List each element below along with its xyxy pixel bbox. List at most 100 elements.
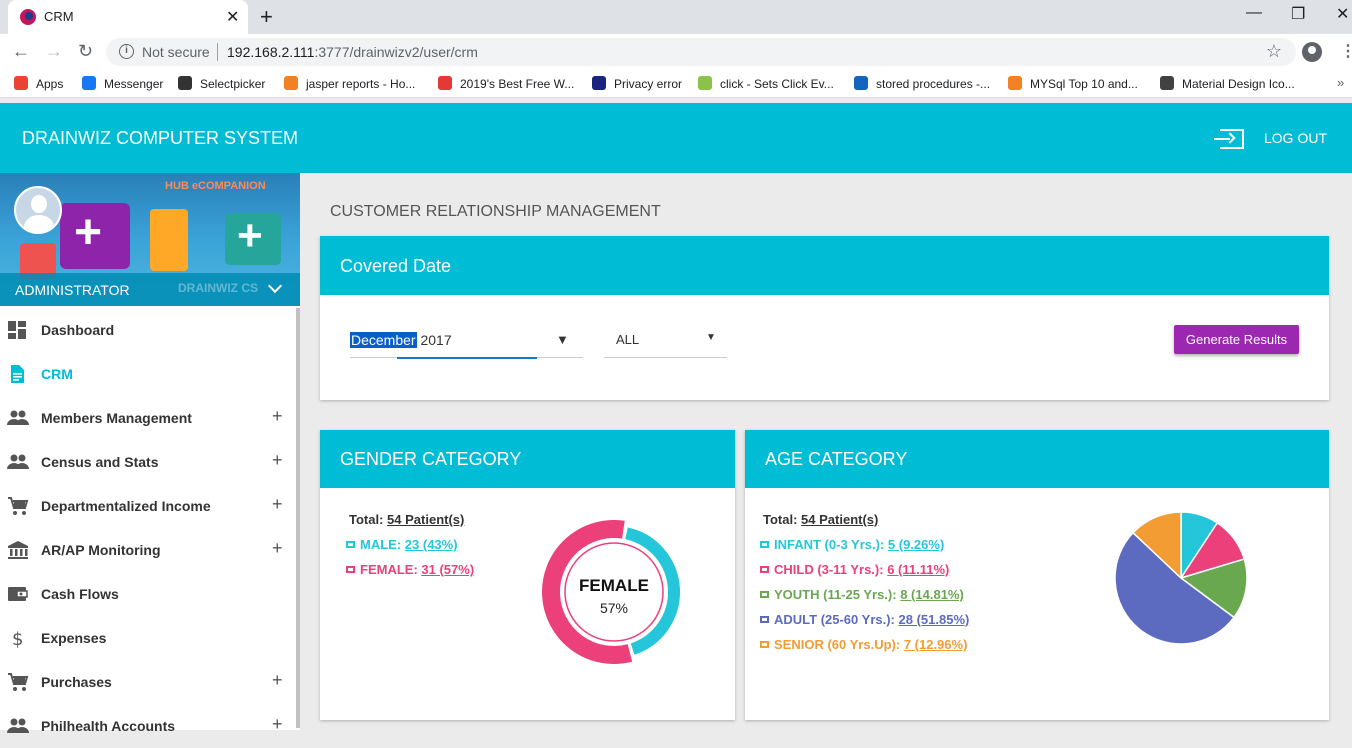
sidebar-item-dashboard[interactable]: Dashboard — [0, 308, 296, 352]
reload-icon[interactable]: ↻ — [78, 41, 93, 62]
dropdown-arrow-icon[interactable]: ▼ — [556, 332, 569, 347]
expand-plus-icon[interactable]: + — [272, 670, 283, 691]
legend-value-link[interactable]: 8 (14.81%) — [900, 587, 964, 602]
document-icon — [7, 364, 27, 384]
age-category-card: AGE CATEGORY Total: 54 Patient(s) INFANT… — [745, 430, 1329, 720]
user-role: ADMINISTRATOR — [15, 282, 130, 298]
sidebar-scrollbar[interactable] — [296, 308, 300, 728]
logout-button[interactable]: LOG OUT — [1264, 130, 1327, 146]
browser-menu-icon[interactable]: ⋮ — [1340, 41, 1352, 61]
watermark: DRAINWIZ CS — [178, 281, 258, 295]
url-text: 192.168.2.111:3777/drainwizv2/user/crm — [227, 44, 478, 60]
back-icon[interactable]: ← — [12, 41, 30, 62]
total-value[interactable]: 54 Patient(s) — [801, 512, 878, 527]
dollar-icon: $ — [7, 628, 27, 650]
legend-label: CHILD (3-11 Yrs.): — [774, 562, 884, 577]
bookmark-item[interactable]: Material Design Ico... — [1160, 76, 1295, 91]
legend-swatch-icon — [760, 591, 769, 598]
new-tab-icon[interactable]: + — [260, 4, 273, 30]
sidebar-item-ar-ap-monitoring[interactable]: AR/AP Monitoring + — [0, 528, 296, 572]
covered-date-card: Covered Date December 2017 ▼ ALL ▼ Gener… — [320, 236, 1329, 400]
sidebar-item-members-management[interactable]: Members Management + — [0, 396, 296, 440]
bookmark-favicon-icon — [592, 76, 606, 90]
omnibox-separator — [217, 43, 218, 61]
bookmark-label: jasper reports - Ho... — [306, 77, 416, 91]
avatar[interactable] — [14, 186, 62, 234]
total-value[interactable]: 54 Patient(s) — [387, 512, 464, 527]
total-label: Total: — [349, 512, 384, 527]
bookmark-item[interactable]: Messenger — [82, 76, 163, 91]
sidebar-item-purchases[interactable]: Purchases + — [0, 660, 296, 704]
age-total: Total: 54 Patient(s) — [763, 512, 878, 527]
logout-icon[interactable] — [1214, 129, 1244, 149]
legend-item: CHILD (3-11 Yrs.): 6 (11.11%) — [760, 562, 949, 577]
legend-swatch-icon — [760, 566, 769, 573]
expand-plus-icon[interactable]: + — [272, 538, 283, 559]
url-field[interactable]: i Not secure 192.168.2.111:3777/drainwiz… — [106, 38, 1296, 66]
sidebar-item-philhealth-accounts[interactable]: Philhealth Accounts + — [0, 704, 296, 748]
banner-tag: HUB eCOMPANION — [165, 180, 266, 192]
bookmark-favicon-icon — [82, 76, 96, 90]
bookmark-item[interactable]: stored procedures -... — [854, 76, 990, 91]
sidebar-item-cash-flows[interactable]: Cash Flows — [0, 572, 296, 616]
chevron-down-icon[interactable] — [267, 278, 283, 294]
bookmark-item[interactable]: Privacy error — [592, 76, 682, 91]
people-icon — [7, 452, 29, 472]
dropdown-arrow-icon[interactable]: ▼ — [706, 332, 716, 343]
bookmark-label: Messenger — [104, 77, 164, 91]
generate-results-button[interactable]: Generate Results — [1174, 325, 1299, 354]
window-close-icon[interactable]: ✕ — [1336, 4, 1349, 24]
card-header: Covered Date — [320, 236, 1329, 295]
bookmark-item[interactable]: jasper reports - Ho... — [284, 76, 415, 91]
bookmark-favicon-icon — [854, 76, 868, 90]
legend-value-link[interactable]: 5 (9.26%) — [888, 537, 944, 552]
expand-plus-icon[interactable]: + — [272, 494, 283, 515]
bookmark-favicon-icon — [698, 76, 712, 90]
legend-value-link[interactable]: 28 (51.85%) — [899, 612, 970, 627]
first-aid-illustration — [225, 211, 281, 265]
legend-value-link[interactable]: 6 (11.11%) — [887, 562, 949, 577]
sidebar-item-expenses[interactable]: $ Expenses — [0, 616, 296, 660]
sidebar-item-crm[interactable]: CRM — [0, 352, 296, 396]
info-icon[interactable]: i — [119, 44, 134, 59]
legend-label: FEMALE: — [360, 562, 418, 577]
close-tab-icon[interactable]: ✕ — [226, 7, 239, 27]
legend-value-link[interactable]: 31 (57%) — [421, 562, 474, 577]
legend-swatch-icon — [760, 641, 769, 648]
more-bookmarks-icon[interactable]: » — [1337, 75, 1344, 90]
expand-plus-icon[interactable]: + — [272, 450, 283, 471]
bookmark-favicon-icon — [284, 76, 298, 90]
bookmarks-bar: Apps Messenger Selectpicker jasper reports … — [0, 70, 1352, 98]
user-role-bar[interactable]: ADMINISTRATOR DRAINWIZ CS — [0, 273, 300, 306]
sidebar-banner: HUB eCOMPANION ADMINISTRATOR DRAINWIZ CS — [0, 173, 300, 306]
legend-item: INFANT (0-3 Yrs.): 5 (9.26%) — [760, 537, 944, 552]
profile-icon[interactable] — [1302, 42, 1322, 62]
bookmark-item[interactable]: Selectpicker — [178, 76, 265, 91]
minimize-icon[interactable]: — — [1246, 4, 1262, 22]
legend-value-link[interactable]: 23 (43%) — [405, 537, 458, 552]
bookmark-item[interactable]: click - Sets Click Ev... — [698, 76, 834, 91]
legend-value-link[interactable]: 7 (12.96%) — [904, 637, 968, 652]
card-header: GENDER CATEGORY — [320, 430, 735, 488]
pie-svg — [1114, 511, 1248, 645]
legend-item: FEMALE: 31 (57%) — [346, 562, 474, 577]
month-value: December 2017 — [350, 332, 452, 348]
bookmark-item[interactable]: 2019's Best Free W... — [438, 76, 574, 91]
medical-kit-illustration — [60, 203, 130, 269]
sidebar-item-census-and-stats[interactable]: Census and Stats + — [0, 440, 296, 484]
legend-swatch-icon — [346, 566, 355, 573]
sidebar-item-label: Purchases — [41, 674, 112, 690]
donut-center-label: FEMALE — [579, 576, 649, 595]
browser-tab[interactable]: CRM ✕ — [8, 0, 248, 34]
bookmark-label: Apps — [36, 77, 64, 91]
bookmark-star-icon[interactable]: ☆ — [1266, 41, 1282, 62]
forward-icon[interactable]: → — [45, 41, 63, 62]
sidebar-item-departmentalized-income[interactable]: Departmentalized Income + — [0, 484, 296, 528]
bookmark-item[interactable]: Apps — [14, 76, 63, 91]
bookmark-item[interactable]: MYSql Top 10 and... — [1008, 76, 1138, 91]
svg-text:$: $ — [12, 629, 23, 648]
restore-icon[interactable]: ❐ — [1291, 4, 1305, 24]
age-pie-chart — [1113, 510, 1249, 646]
expand-plus-icon[interactable]: + — [272, 406, 283, 427]
expand-plus-icon[interactable]: + — [272, 714, 283, 735]
